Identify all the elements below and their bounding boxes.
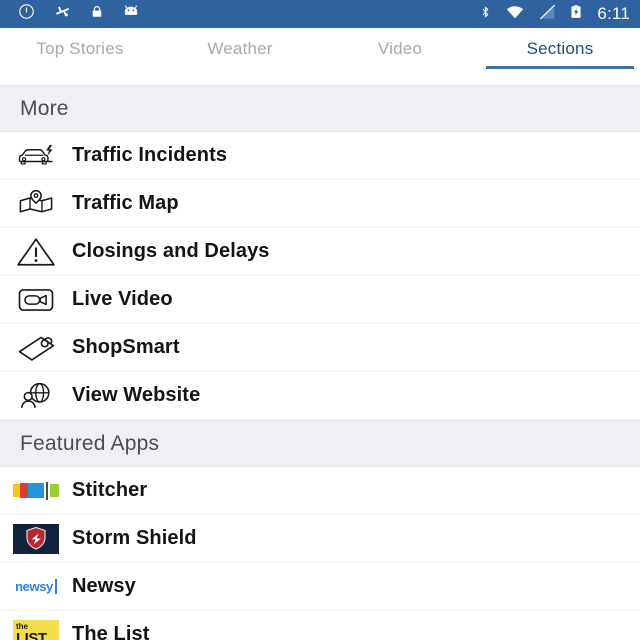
price-tag-icon bbox=[0, 332, 72, 364]
newsy-logo-text: newsy bbox=[15, 579, 57, 594]
car-lightning-icon bbox=[0, 141, 72, 171]
folded-map-pin-icon bbox=[0, 188, 72, 220]
wifi-icon bbox=[504, 3, 526, 26]
list-item-label: View Website bbox=[72, 384, 201, 406]
list-item-label: Traffic Incidents bbox=[72, 144, 228, 166]
list-item-live-video[interactable]: Live Video bbox=[0, 276, 640, 324]
section-header-label: Featured Apps bbox=[20, 431, 160, 455]
lock-icon bbox=[90, 3, 104, 25]
list-item-label: Traffic Map bbox=[72, 192, 179, 214]
list-item-view-website[interactable]: View Website bbox=[0, 372, 640, 420]
list-item-traffic-incidents[interactable]: Traffic Incidents bbox=[0, 132, 640, 180]
globe-person-icon bbox=[0, 380, 72, 412]
list-item-the-list[interactable]: the LIST The List bbox=[0, 611, 640, 640]
section-header-featured-apps: Featured Apps bbox=[0, 420, 640, 467]
stitcher-app-icon bbox=[0, 476, 72, 506]
tab-video[interactable]: Video bbox=[320, 28, 480, 69]
info-circle-icon bbox=[18, 3, 35, 25]
section-header-more: More bbox=[0, 85, 640, 132]
list-item-label: ShopSmart bbox=[72, 336, 180, 358]
the-list-app-icon: the LIST bbox=[0, 619, 72, 640]
list-item-label: Closings and Delays bbox=[72, 240, 270, 262]
list-item-financial-fitness[interactable]: Financial Fitness bbox=[0, 69, 640, 85]
section-header-label: More bbox=[20, 96, 69, 120]
sections-list[interactable]: Financial Fitness More Traffic Incidents bbox=[0, 69, 640, 640]
cellular-no-signal-icon bbox=[538, 3, 557, 26]
status-bar-clock: 6:11 bbox=[597, 4, 630, 23]
status-bar-left-icons bbox=[18, 3, 140, 25]
list-item-stitcher[interactable]: Stitcher bbox=[0, 467, 640, 515]
list-item-traffic-map[interactable]: Traffic Map bbox=[0, 180, 640, 228]
list-item-label: Live Video bbox=[72, 288, 173, 310]
list-item-label: Financial Fitness bbox=[28, 69, 192, 73]
newsy-app-icon: newsy bbox=[0, 571, 72, 602]
list-item-label: Stitcher bbox=[72, 479, 148, 501]
tab-sections[interactable]: Sections bbox=[480, 28, 640, 69]
list-item-shopsmart[interactable]: ShopSmart bbox=[0, 324, 640, 372]
status-bar-right-icons: 6:11 bbox=[479, 2, 630, 26]
android-robot-icon bbox=[122, 3, 140, 25]
gps-satellite-icon bbox=[53, 3, 72, 25]
video-camera-icon bbox=[0, 285, 72, 315]
list-item-label: Storm Shield bbox=[72, 527, 197, 549]
the-list-logo-large: LIST bbox=[16, 630, 47, 640]
tab-bar: Top Stories Weather Video Sections bbox=[0, 28, 640, 69]
battery-charging-icon bbox=[569, 2, 583, 26]
list-item-closings-and-delays[interactable]: Closings and Delays bbox=[0, 228, 640, 276]
tab-top-stories[interactable]: Top Stories bbox=[0, 28, 160, 69]
status-bar: 6:11 bbox=[0, 0, 640, 28]
list-item-label: Newsy bbox=[72, 575, 136, 597]
list-item-label: The List bbox=[72, 623, 150, 640]
bluetooth-icon bbox=[479, 3, 492, 26]
list-item-newsy[interactable]: newsy Newsy bbox=[0, 563, 640, 611]
warning-triangle-icon bbox=[0, 235, 72, 269]
storm-shield-app-icon bbox=[0, 523, 72, 554]
tab-weather[interactable]: Weather bbox=[160, 28, 320, 69]
list-item-storm-shield[interactable]: Storm Shield bbox=[0, 515, 640, 563]
